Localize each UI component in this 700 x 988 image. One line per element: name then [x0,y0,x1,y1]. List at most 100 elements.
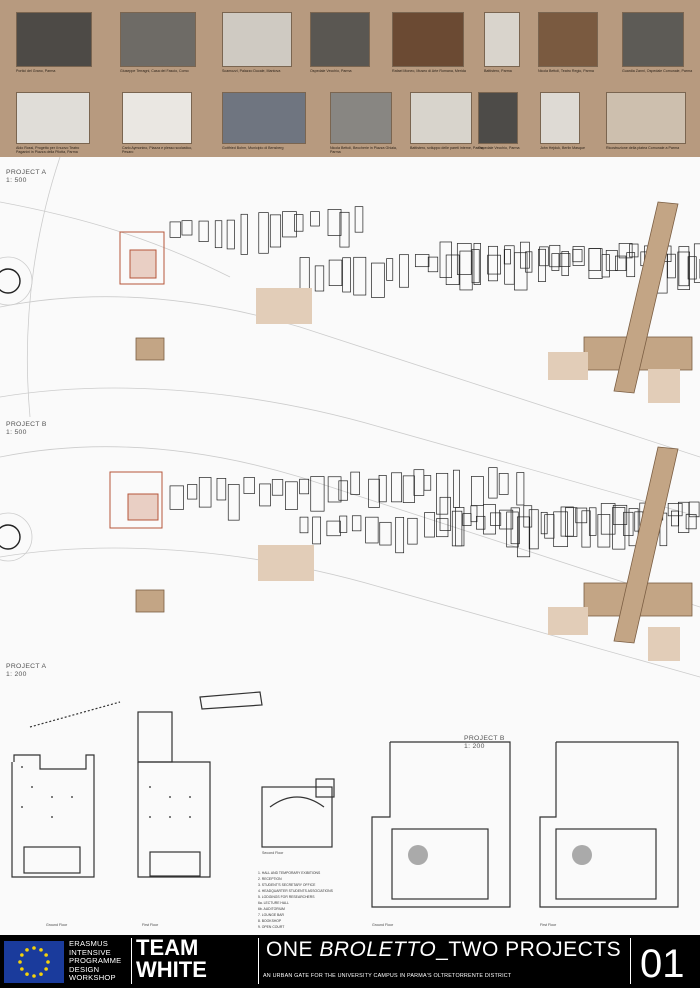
building-block [198,477,212,508]
reference-caption: Ospedale Vecchio, Parma [310,69,352,73]
reference-caption: Guardia Zanni, Ospedale Comunale, Parma [622,69,693,73]
b-first-floor-caption: First Floor [540,923,557,927]
building-block [351,515,362,532]
title-part: ONE [266,938,320,961]
title-part: _TWO PROJECTS [436,938,622,961]
building-block [503,249,511,265]
building-block [353,256,367,296]
building-block [216,478,227,501]
building-block [181,220,193,236]
building-block [326,520,341,537]
building-block [226,219,235,250]
building-block [365,516,379,544]
b-ground-floor-caption: Ground Floor [372,923,394,927]
erasmus-program-label: ERASMUS INTENSIVE PROGRAMME DESIGN WORKS… [69,939,121,983]
reference-images-band: Portici del Grano, Parma Giuseppe Terragn… [0,0,700,157]
team-line: TEAM [136,935,199,960]
building-block [395,516,405,554]
reference-caption: Scamozzi, Palazzo Ducale, Mantova [222,69,281,73]
building-block [299,516,309,534]
building-block [549,244,561,268]
building-block [671,510,680,527]
building-block [328,259,343,286]
building-block [214,220,223,249]
reference-caption: Nicola Bettoli, Beccherie in Piazza Ghia… [330,146,397,155]
eu-star [20,967,24,971]
building-block [572,249,583,263]
building-floor-plans [11,691,679,908]
building-block [667,253,676,279]
courtyard-trees [408,845,592,865]
eu-flag-logo [4,941,64,983]
building-block [350,471,360,495]
building-block [327,209,342,236]
reference-caption: Gottfried Bohm, Municipio di Bensberg [222,146,284,150]
eu-star [20,953,24,957]
building-block [678,246,690,287]
reference-caption: Battistero, sviluppo delle pareti intern… [410,146,484,150]
reference-thumbnail [310,12,370,67]
building-block [693,243,700,283]
building-block [314,265,325,292]
a-first-floor-caption: First Floor [142,923,159,927]
building-block [504,245,515,285]
reference-thumbnail [392,12,464,67]
building-block [379,521,392,546]
reference-thumbnail [120,12,196,67]
footer-divider [630,938,631,984]
building-block [227,484,240,521]
reference-thumbnail [484,12,520,67]
urban-site-plans [0,157,700,908]
project-b-200-label: PROJECT B 1: 200 [464,735,505,750]
building-block [523,505,533,528]
building-block [487,254,501,275]
eu-star [44,953,48,957]
building-block [407,517,418,545]
building-block [271,479,284,496]
eu-star [46,960,50,964]
building-block [588,248,602,272]
building-block [488,245,498,282]
building-block [310,476,325,512]
building-block [259,483,271,507]
building-block [342,257,351,293]
building-block [371,262,385,298]
reference-thumbnail [606,92,686,144]
eu-star [39,972,43,976]
reference-caption: Giuseppe Terragni, Casa del Fascio, Como [120,69,189,73]
building-block [520,241,530,269]
project-a-500-label: PROJECT A 1: 500 [6,169,47,184]
building-block [258,212,269,254]
building-block [414,254,430,268]
building-block [453,469,460,508]
erasmus-line: WORKSHOP [69,973,116,983]
eu-star [25,948,29,952]
building-block [498,473,509,495]
eu-star [32,974,36,978]
building-block [540,511,548,535]
building-block [516,472,525,506]
project-a-200-label: PROJECT A 1: 200 [6,663,47,678]
reference-thumbnail [222,92,306,144]
building-block [368,478,380,508]
building-block [488,467,498,499]
building-block [629,243,639,258]
team-name: TEAM WHITE [136,937,207,981]
building-block [455,507,465,547]
building-block [525,251,533,273]
building-block [198,220,209,242]
program-legend: 1. HALL AND TEMPORARY EXIBITIONS 2. RECE… [258,870,333,930]
reference-caption: John Hejduk, Berlin Masque [540,146,585,150]
footer-divider [131,938,132,984]
reference-thumbnail [540,92,580,144]
building-block [436,472,449,515]
reference-caption: Portici del Grano, Parma [16,69,56,73]
building-block [677,501,690,533]
building-block [299,257,310,291]
building-block [471,249,480,284]
reference-caption: Rafael Moneo, Museo di Arte Romana, Meri… [392,69,466,73]
reference-caption: Aldo Rossi, Progetto per il nuovo Teatro… [16,146,80,155]
building-block [169,485,184,510]
building-block [612,507,626,550]
building-block [243,477,255,494]
